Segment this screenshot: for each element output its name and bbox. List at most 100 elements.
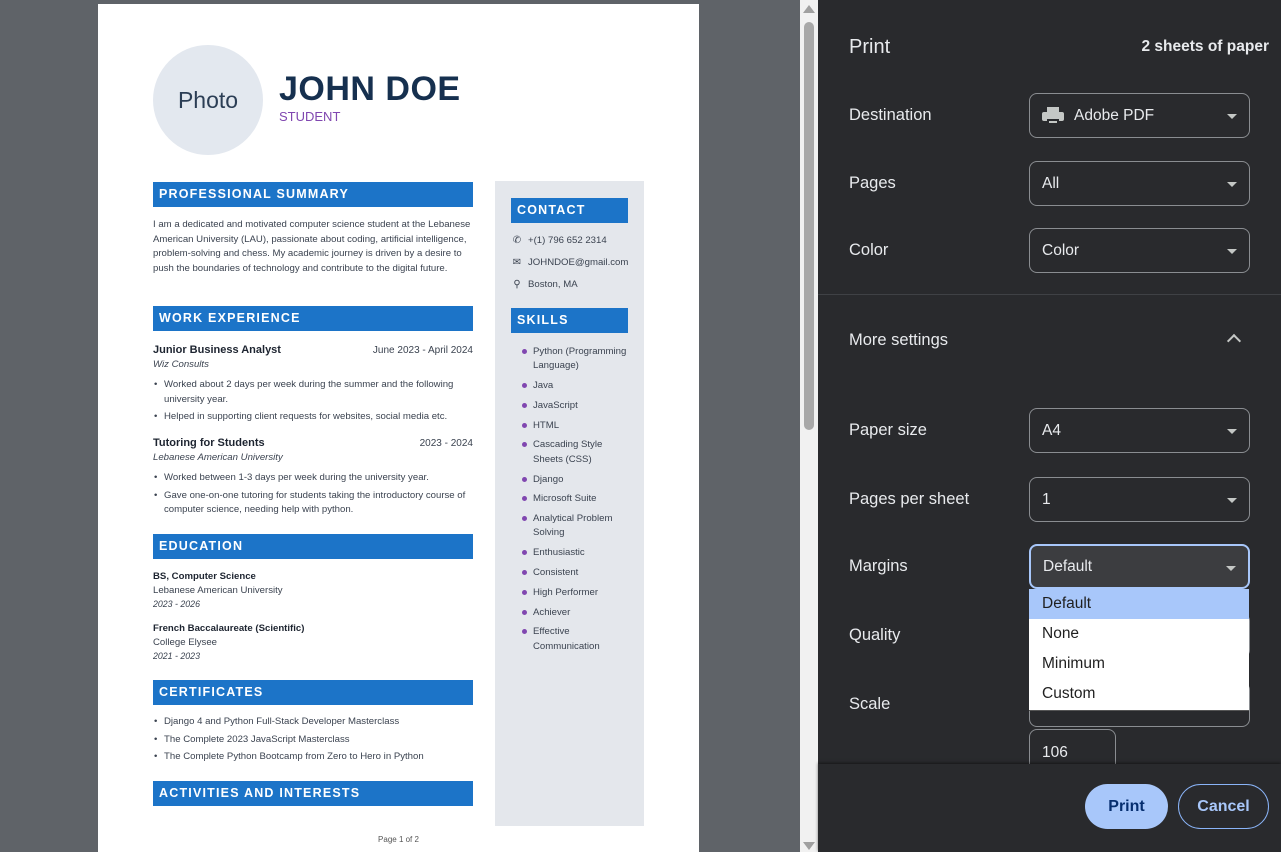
- job-org: Lebanese American University: [153, 452, 283, 463]
- resume-role: STUDENT: [279, 109, 341, 124]
- paper-size-value: A4: [1042, 421, 1061, 439]
- skill-item: Consistent: [522, 566, 633, 580]
- sheet-count: 2 sheets of paper: [1141, 38, 1270, 55]
- job-bullets: Worked about 2 days per week during the …: [154, 378, 474, 428]
- caret-down-icon: [1227, 429, 1237, 434]
- paper-size-select[interactable]: A4: [1029, 408, 1250, 453]
- scroll-down-arrow-icon[interactable]: [803, 842, 815, 850]
- skill-item: Effective Communication: [522, 625, 633, 654]
- printer-icon: [1042, 106, 1064, 125]
- skill-item: Cascading Style Sheets (CSS): [522, 438, 633, 467]
- skills-list: Python (Programming Language) Java JavaS…: [522, 345, 633, 660]
- skill-item: Java: [522, 379, 633, 393]
- edu-years: 2023 - 2026: [153, 599, 200, 609]
- destination-select[interactable]: Adobe PDF: [1029, 93, 1250, 138]
- mail-icon: ✉: [512, 257, 522, 268]
- skills-heading: SKILLS: [511, 308, 628, 333]
- print-button[interactable]: Print: [1085, 784, 1168, 829]
- resume-name: JOHN DOE: [279, 70, 461, 108]
- job-org: Wiz Consults: [153, 359, 209, 370]
- skill-item: Microsoft Suite: [522, 492, 633, 506]
- chevron-up-icon[interactable]: [1226, 333, 1242, 349]
- margins-value: Default: [1043, 557, 1093, 575]
- preview-scrollbar[interactable]: [800, 0, 818, 852]
- caret-down-icon: [1227, 249, 1237, 254]
- edu-school: Lebanese American University: [153, 585, 283, 596]
- margins-select[interactable]: Default: [1029, 544, 1250, 589]
- skill-item: Django: [522, 473, 633, 487]
- print-settings-panel: Print 2 sheets of paper Destination Adob…: [818, 0, 1281, 852]
- email-text: JOHNDOE@gmail.com: [528, 257, 629, 268]
- print-title: Print: [849, 36, 891, 58]
- location-pin-icon: ⚲: [513, 279, 521, 290]
- certificate-item: The Complete 2023 JavaScript Masterclass: [154, 733, 474, 748]
- skill-item: HTML: [522, 419, 633, 433]
- skill-item: Achiever: [522, 606, 633, 620]
- job-bullet: Helped in supporting client requests for…: [154, 410, 474, 425]
- contact-location: ⚲ Boston, MA: [511, 279, 578, 290]
- job-date: June 2023 - April 2024: [372, 345, 473, 356]
- summary-heading: PROFESSIONAL SUMMARY: [153, 182, 473, 207]
- location-text: Boston, MA: [528, 279, 578, 290]
- summary-text: I am a dedicated and motivated computer …: [153, 219, 471, 274]
- skill-item: Python (Programming Language): [522, 345, 633, 374]
- edu-years: 2021 - 2023: [153, 651, 200, 661]
- caret-down-icon: [1227, 182, 1237, 187]
- job-bullet: Gave one-on-one tutoring for students ta…: [154, 489, 474, 518]
- certificates-heading: CERTIFICATES: [153, 680, 473, 705]
- scale-label: Scale: [849, 695, 891, 713]
- caret-down-icon: [1227, 498, 1237, 503]
- pages-per-sheet-value: 1: [1042, 490, 1051, 508]
- margins-dropdown: Default None Minimum Custom: [1029, 589, 1249, 711]
- resume-page: Photo JOHN DOE STUDENT PROFESSIONAL SUMM…: [98, 4, 699, 852]
- print-footer: Print Cancel: [818, 764, 1281, 852]
- job-title: Junior Business Analyst: [153, 344, 281, 356]
- destination-label: Destination: [849, 106, 932, 124]
- contact-phone: ✆ +(1) 796 652 2314: [511, 235, 607, 246]
- job-bullet: Worked about 2 days per week during the …: [154, 378, 474, 407]
- contact-email: ✉ JOHNDOE@gmail.com: [511, 257, 629, 268]
- cancel-button[interactable]: Cancel: [1178, 784, 1269, 829]
- pages-select[interactable]: All: [1029, 161, 1250, 206]
- margin-option-minimum[interactable]: Minimum: [1029, 649, 1249, 679]
- skill-item: JavaScript: [522, 399, 633, 413]
- education-heading: EDUCATION: [153, 534, 473, 559]
- scroll-up-arrow-icon[interactable]: [803, 5, 815, 13]
- contact-heading: CONTACT: [511, 198, 628, 223]
- paper-size-label: Paper size: [849, 421, 927, 439]
- margin-option-default[interactable]: Default: [1029, 589, 1249, 619]
- caret-down-icon: [1226, 566, 1236, 571]
- divider: [818, 294, 1281, 295]
- destination-value: Adobe PDF: [1074, 106, 1155, 124]
- caret-down-icon: [1227, 114, 1237, 119]
- certificate-list: Django 4 and Python Full-Stack Developer…: [154, 715, 474, 768]
- phone-icon: ✆: [512, 235, 522, 246]
- skill-item: Enthusiastic: [522, 546, 633, 560]
- skill-item: High Performer: [522, 586, 633, 600]
- pages-per-sheet-select[interactable]: 1: [1029, 477, 1250, 522]
- activities-heading: ACTIVITIES AND INTERESTS: [153, 781, 473, 806]
- job-date: 2023 - 2024: [419, 438, 473, 449]
- color-select[interactable]: Color: [1029, 228, 1250, 273]
- photo-placeholder: Photo: [153, 45, 263, 155]
- margin-option-none[interactable]: None: [1029, 619, 1249, 649]
- job-bullets: Worked between 1-3 days per week during …: [154, 471, 474, 521]
- page-number: Page 1 of 2: [378, 835, 419, 844]
- print-preview-area: Photo JOHN DOE STUDENT PROFESSIONAL SUMM…: [0, 0, 800, 852]
- color-label: Color: [849, 241, 889, 259]
- job-bullet: Worked between 1-3 days per week during …: [154, 471, 474, 486]
- more-settings-toggle[interactable]: More settings: [849, 331, 948, 350]
- job-title: Tutoring for Students: [153, 437, 265, 449]
- margins-label: Margins: [849, 557, 908, 575]
- pages-per-sheet-label: Pages per sheet: [849, 490, 970, 508]
- phone-text: +(1) 796 652 2314: [528, 235, 607, 246]
- scroll-thumb[interactable]: [804, 22, 814, 430]
- skill-item: Analytical Problem Solving: [522, 512, 633, 541]
- edu-degree: BS, Computer Science: [153, 571, 256, 582]
- margin-option-custom[interactable]: Custom: [1029, 679, 1249, 709]
- edu-school: College Elysee: [153, 637, 217, 648]
- pages-value: All: [1042, 174, 1060, 192]
- pages-label: Pages: [849, 174, 896, 192]
- resume-sidebar: CONTACT ✆ +(1) 796 652 2314 ✉ JOHNDOE@gm…: [495, 181, 644, 826]
- edu-degree: French Baccalaureate (Scientific): [153, 623, 305, 634]
